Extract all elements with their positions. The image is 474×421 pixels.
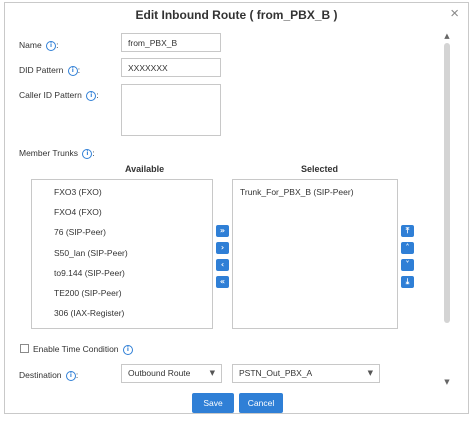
info-icon[interactable]: i	[122, 344, 133, 355]
available-header: Available	[125, 164, 165, 174]
label-colon: :	[92, 148, 95, 158]
time-condition-checkbox[interactable]	[20, 344, 29, 353]
remove-button[interactable]: ‹	[216, 259, 229, 271]
available-trunks-list[interactable]: FXO3 (FXO) FXO4 (FXO) 76 (SIP-Peer) S50_…	[31, 179, 213, 329]
edit-inbound-route-dialog: Edit Inbound Route ( from_PBX_B ) × Name…	[4, 2, 469, 414]
scrollbar[interactable]: ▲ ▼	[441, 31, 453, 397]
list-item[interactable]: FXO3 (FXO)	[54, 187, 102, 197]
info-icon[interactable]: i	[82, 148, 93, 159]
dialog-title: Edit Inbound Route ( from_PBX_B )	[135, 8, 338, 22]
selected-header: Selected	[301, 164, 339, 174]
destination-target-value: PSTN_Out_PBX_A	[239, 368, 313, 378]
add-button[interactable]: ›	[216, 242, 229, 254]
move-bottom-button[interactable]: ⤓	[401, 276, 414, 288]
selected-trunks-list[interactable]: Trunk_For_PBX_B (SIP-Peer)	[232, 179, 398, 329]
save-button[interactable]: Save	[192, 393, 234, 413]
name-label-text: Name	[19, 40, 42, 50]
chevron-down-icon: ▼	[367, 369, 373, 377]
list-item[interactable]: Trunk_For_PBX_B (SIP-Peer)	[240, 187, 354, 197]
label-colon: :	[96, 90, 99, 100]
dialog-titlebar: Edit Inbound Route ( from_PBX_B ) ×	[5, 3, 468, 25]
list-item[interactable]: S50_lan (SIP-Peer)	[54, 248, 128, 258]
move-top-button[interactable]: ⤒	[401, 225, 414, 237]
member-trunks-label: Member Trunks i:	[19, 148, 95, 159]
scrollbar-thumb[interactable]	[444, 43, 450, 323]
destination-type-select[interactable]: Outbound Route ▼	[121, 364, 222, 383]
destination-type-value: Outbound Route	[128, 368, 191, 378]
move-up-button[interactable]: ˄	[401, 242, 414, 254]
did-pattern-input[interactable]	[121, 58, 221, 77]
time-condition-label-text: Enable Time Condition	[33, 344, 119, 354]
close-icon[interactable]: ×	[450, 6, 459, 21]
info-icon[interactable]: i	[65, 370, 76, 381]
label-colon: :	[56, 40, 59, 50]
did-pattern-label: DID Pattern i:	[19, 65, 80, 76]
name-label: Name i:	[19, 40, 58, 51]
move-down-button[interactable]: ˅	[401, 259, 414, 271]
list-item[interactable]: 306 (IAX-Register)	[54, 308, 124, 318]
chevron-down-icon: ▼	[209, 369, 215, 377]
list-item[interactable]: to9.144 (SIP-Peer)	[54, 268, 125, 278]
did-label-text: DID Pattern	[19, 65, 64, 75]
label-colon: :	[75, 370, 79, 380]
scroll-down-icon[interactable]: ▼	[441, 377, 453, 387]
add-all-button[interactable]: »	[216, 225, 229, 237]
info-icon[interactable]: i	[46, 40, 57, 51]
scroll-up-icon[interactable]: ▲	[441, 31, 453, 41]
destination-label: Destination i:	[19, 370, 78, 381]
callerid-label-text: Caller ID Pattern	[19, 90, 82, 100]
list-item[interactable]: FXO4 (FXO)	[54, 207, 102, 217]
name-input[interactable]	[121, 33, 221, 52]
time-condition-label: Enable Time Condition i	[33, 344, 133, 355]
remove-all-button[interactable]: «	[216, 276, 229, 288]
callerid-pattern-label: Caller ID Pattern i:	[19, 90, 99, 101]
cancel-button[interactable]: Cancel	[239, 393, 283, 413]
label-colon: :	[77, 65, 81, 75]
destination-target-select[interactable]: PSTN_Out_PBX_A ▼	[232, 364, 380, 383]
callerid-pattern-input[interactable]	[121, 84, 221, 136]
destination-label-text: Destination	[19, 370, 62, 380]
list-item[interactable]: TE200 (SIP-Peer)	[54, 288, 122, 298]
info-icon[interactable]: i	[86, 90, 97, 101]
member-trunks-label-text: Member Trunks	[19, 148, 79, 158]
list-item[interactable]: 76 (SIP-Peer)	[54, 227, 106, 237]
info-icon[interactable]: i	[67, 65, 78, 76]
